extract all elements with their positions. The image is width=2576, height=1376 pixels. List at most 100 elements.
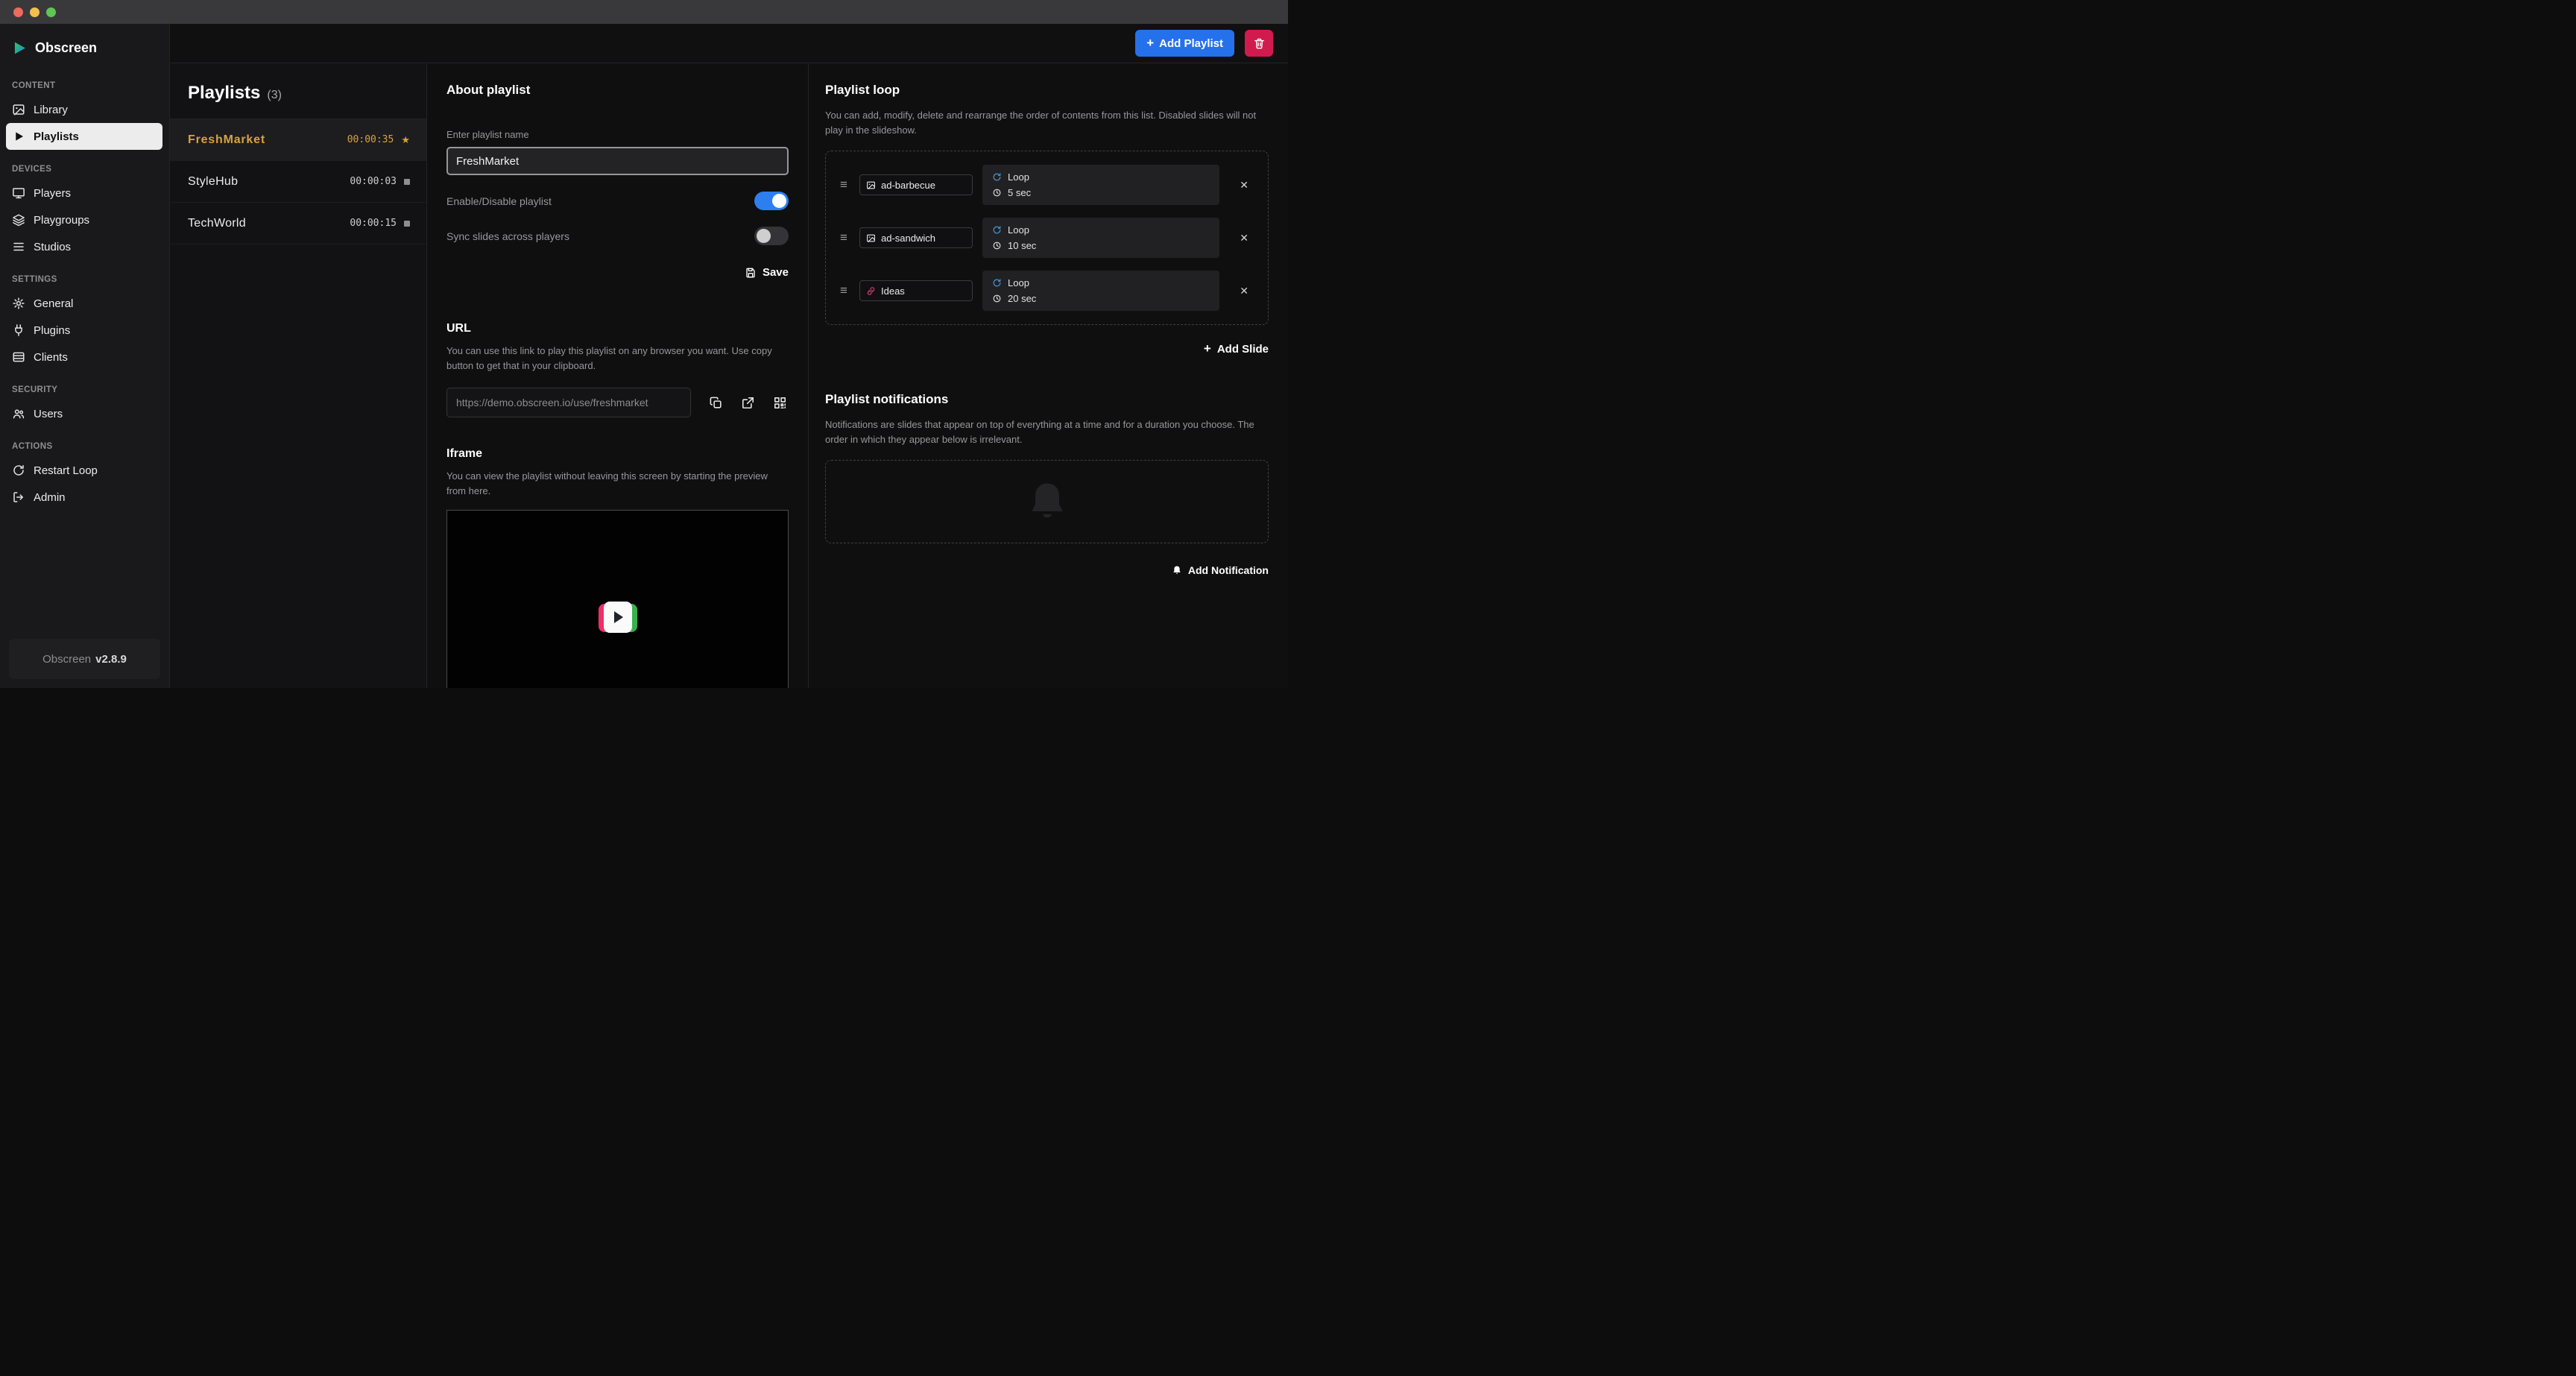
monitor-icon	[12, 186, 25, 200]
slide-name-input[interactable]: ad-barbecue	[859, 174, 973, 195]
notifications-container	[825, 460, 1269, 543]
section-label-security: SECURITY	[12, 385, 157, 394]
sign-out-icon	[12, 490, 25, 504]
sidebar: Obscreen CONTENT Library Playlists DEVIC…	[0, 24, 170, 688]
slide-meta[interactable]: Loop 5 sec	[982, 165, 1219, 205]
sidebar-item-playgroups[interactable]: Playgroups	[0, 206, 169, 233]
slide-name-text: ad-barbecue	[881, 180, 935, 191]
app-window: Obscreen CONTENT Library Playlists DEVIC…	[0, 0, 1288, 688]
sidebar-item-label: Users	[34, 408, 63, 420]
add-notification-label: Add Notification	[1188, 564, 1269, 576]
remove-slide-icon[interactable]: ✕	[1240, 232, 1248, 244]
sidebar-item-players[interactable]: Players	[0, 180, 169, 206]
sidebar-item-general[interactable]: General	[0, 290, 169, 317]
sync-slides-toggle[interactable]	[754, 227, 789, 245]
iframe-description: You can view the playlist without leavin…	[446, 469, 789, 498]
sidebar-item-label: Admin	[34, 491, 66, 504]
remove-slide-icon[interactable]: ✕	[1240, 179, 1248, 192]
add-playlist-button[interactable]: + Add Playlist	[1135, 30, 1234, 57]
section-label-actions: ACTIONS	[12, 442, 157, 451]
add-slide-button[interactable]: + Add Slide	[1204, 341, 1269, 356]
toggle-knob	[757, 229, 771, 243]
section-label-devices: DEVICES	[12, 165, 157, 174]
slide-meta[interactable]: Loop 20 sec	[982, 271, 1219, 311]
plus-icon: +	[1146, 36, 1154, 51]
users-icon	[12, 407, 25, 420]
notifications-description: Notifications are slides that appear on …	[825, 417, 1269, 446]
sidebar-item-plugins[interactable]: Plugins	[0, 317, 169, 344]
copy-icon[interactable]	[709, 396, 723, 410]
playlists-panel: Playlists (3) FreshMarket 00:00:35 ★ Sty…	[170, 63, 427, 688]
enable-toggle-label: Enable/Disable playlist	[446, 195, 552, 207]
playlist-name: StyleHub	[188, 175, 238, 189]
sidebar-item-restart-loop[interactable]: Restart Loop	[0, 457, 169, 484]
sidebar-item-label: Library	[34, 104, 68, 116]
obscreen-preview-logo	[599, 602, 637, 634]
playlist-preview-iframe[interactable]	[446, 510, 789, 688]
slide-name-input[interactable]: ad-sandwich	[859, 227, 973, 248]
external-link-icon[interactable]	[741, 396, 755, 410]
drag-handle-icon[interactable]: ≡	[838, 177, 850, 192]
enable-playlist-toggle[interactable]	[754, 192, 789, 210]
close-window-button[interactable]	[13, 7, 23, 17]
clock-icon	[992, 294, 1002, 303]
topbar: + Add Playlist	[170, 24, 1288, 63]
sidebar-item-label: Players	[34, 187, 71, 200]
add-notification-button[interactable]: Add Notification	[1172, 564, 1269, 576]
loop-mode-icon	[992, 225, 1002, 235]
slide-name-input[interactable]: Ideas	[859, 280, 973, 301]
sidebar-item-studios[interactable]: Studios	[0, 233, 169, 260]
footer-version: v2.8.9	[95, 653, 127, 666]
slide-row-ideas: ≡ Ideas Loop	[836, 267, 1257, 315]
slide-meta[interactable]: Loop 10 sec	[982, 218, 1219, 258]
window-controls	[13, 7, 56, 17]
sidebar-item-library[interactable]: Library	[0, 96, 169, 123]
rows-icon	[12, 240, 25, 253]
plug-icon	[12, 324, 25, 337]
sidebar-item-clients[interactable]: Clients	[0, 344, 169, 370]
drag-handle-icon[interactable]: ≡	[838, 230, 850, 245]
table-icon	[12, 350, 25, 364]
slide-mode: Loop	[1008, 277, 1029, 288]
slide-mode: Loop	[1008, 224, 1029, 236]
sidebar-item-playlists[interactable]: Playlists	[6, 123, 162, 150]
url-title: URL	[446, 322, 789, 335]
sidebar-item-label: Plugins	[34, 324, 70, 337]
sidebar-item-label: Playgroups	[34, 214, 89, 227]
play-icon	[614, 611, 623, 623]
footer-app-name: Obscreen	[42, 653, 91, 666]
sync-toggle-label: Sync slides across players	[446, 230, 569, 242]
minimize-window-button[interactable]	[30, 7, 40, 17]
version-badge: Obscreen v2.8.9	[9, 639, 160, 679]
playlist-row-techworld[interactable]: TechWorld 00:00:15	[170, 203, 426, 244]
drag-handle-icon[interactable]: ≡	[838, 283, 850, 298]
save-button[interactable]: Save	[745, 266, 789, 279]
loop-title: Playlist loop	[825, 83, 1269, 98]
remove-slide-icon[interactable]: ✕	[1240, 285, 1248, 297]
slides-container: ≡ ad-barbecue Loop	[825, 151, 1269, 325]
delete-playlist-button[interactable]	[1245, 30, 1273, 57]
sidebar-item-label: Studios	[34, 241, 71, 253]
image-icon	[866, 233, 876, 243]
sidebar-item-label: Playlists	[34, 130, 79, 143]
stop-icon	[404, 221, 410, 227]
slide-duration: 5 sec	[1008, 187, 1031, 198]
logo-white-square	[604, 602, 632, 633]
bell-icon	[1024, 479, 1070, 525]
playlist-name-input[interactable]	[446, 147, 789, 175]
notifications-title: Playlist notifications	[825, 392, 1269, 407]
playlist-url-input[interactable]	[446, 388, 691, 417]
url-description: You can use this link to play this playl…	[446, 344, 789, 373]
loop-description: You can add, modify, delete and rearrang…	[825, 108, 1269, 137]
sidebar-item-users[interactable]: Users	[0, 400, 169, 427]
zoom-window-button[interactable]	[46, 7, 56, 17]
sidebar-item-admin[interactable]: Admin	[0, 484, 169, 511]
section-label-settings: SETTINGS	[12, 275, 157, 284]
loop-mode-icon	[992, 172, 1002, 182]
qr-code-icon[interactable]	[773, 396, 787, 410]
plus-icon: +	[1204, 341, 1211, 356]
slide-duration: 20 sec	[1008, 293, 1036, 304]
playlist-row-stylehub[interactable]: StyleHub 00:00:03	[170, 161, 426, 203]
playlist-row-freshmarket[interactable]: FreshMarket 00:00:35 ★	[170, 119, 426, 161]
playlist-name: FreshMarket	[188, 133, 265, 147]
